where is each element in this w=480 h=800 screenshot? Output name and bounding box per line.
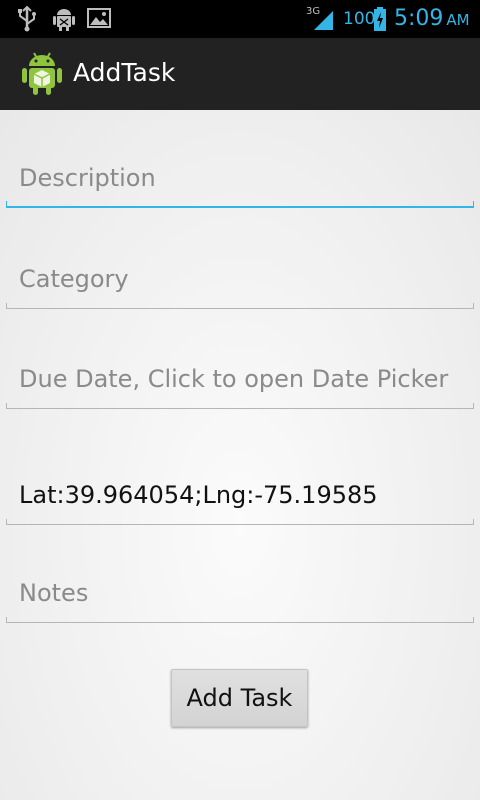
due-date-placeholder: Due Date, Click to open Date Picker	[19, 365, 449, 393]
location-underline	[6, 519, 474, 525]
app-title: AddTask	[73, 58, 176, 87]
description-placeholder: Description	[19, 164, 156, 192]
battery-charging-icon	[374, 7, 386, 31]
android-debug-icon	[53, 9, 75, 31]
add-task-button[interactable]: Add Task	[171, 669, 308, 727]
description-underline	[6, 201, 474, 208]
notes-field[interactable]: Notes	[6, 573, 474, 623]
clock: 5:09 AM	[394, 6, 470, 31]
notes-placeholder: Notes	[19, 579, 89, 607]
svg-text:3G: 3G	[306, 6, 320, 17]
clock-time: 5:09	[394, 6, 444, 31]
clock-ampm: AM	[446, 11, 470, 29]
category-placeholder: Category	[19, 265, 129, 293]
category-field[interactable]: Category	[6, 259, 474, 309]
description-field[interactable]: Description	[6, 158, 474, 208]
add-task-form: Description Category Due Date, Click to …	[0, 110, 480, 800]
signal-icon: 3G	[306, 6, 333, 30]
action-bar: AddTask	[0, 38, 480, 110]
due-date-underline	[6, 403, 474, 409]
image-icon	[87, 8, 111, 28]
due-date-field[interactable]: Due Date, Click to open Date Picker	[6, 359, 474, 409]
notes-underline	[6, 617, 474, 623]
usb-icon	[18, 6, 36, 32]
battery-level: 100	[343, 9, 376, 29]
status-bar: 3G 100 5:09 AM	[0, 0, 480, 38]
category-underline	[6, 303, 474, 309]
android-app-icon[interactable]	[20, 50, 64, 96]
location-value: Lat:39.964054;Lng:-75.19585	[19, 481, 378, 509]
location-field[interactable]: Lat:39.964054;Lng:-75.19585	[6, 475, 474, 525]
